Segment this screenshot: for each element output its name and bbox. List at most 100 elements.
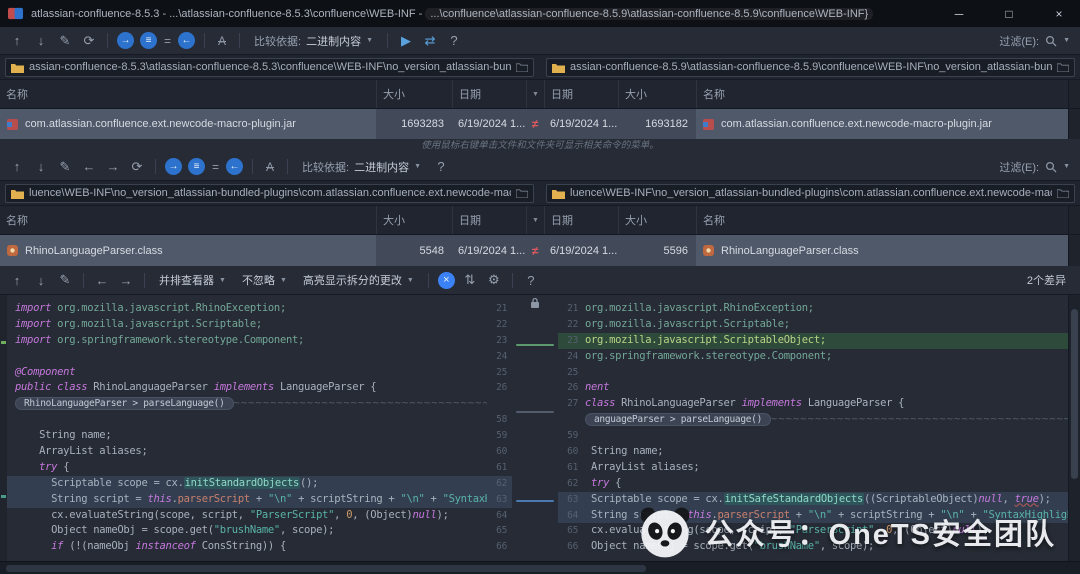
show-all-icon[interactable]: →	[117, 32, 134, 49]
right-path-input[interactable]: assian-confluence-8.5.9\atlassian-conflu…	[546, 57, 1075, 77]
right-path-input[interactable]: luence\WEB-INF\no_version_atlassian-bund…	[546, 183, 1075, 203]
code-line-right[interactable]: 26 nent	[558, 380, 1068, 396]
column-size-right[interactable]: 大小	[618, 80, 696, 108]
code-line-left[interactable]: import org.springframework.stereotype.Co…	[7, 333, 512, 349]
refresh-icon[interactable]: ⟳	[126, 156, 148, 178]
collapsed-region-pill[interactable]: anguageParser > parseLanguage()	[585, 413, 772, 427]
scrollbar-track[interactable]	[1068, 206, 1080, 234]
code-line-left[interactable]: public class RhinoLanguageParser impleme…	[7, 380, 512, 396]
code-line-right[interactable]: 25	[558, 365, 1068, 381]
left-path-input[interactable]: luence\WEB-INF\no_version_atlassian-bund…	[5, 183, 534, 203]
scrollbar-track[interactable]	[1068, 80, 1080, 108]
diff-pane-left[interactable]: import org.mozilla.javascript.RhinoExcep…	[7, 295, 512, 561]
code-line-right[interactable]: 62 try {	[558, 476, 1068, 492]
change-map[interactable]	[0, 295, 7, 561]
code-line-right[interactable]: 23 org.mozilla.javascript.ScriptableObjec…	[558, 332, 1068, 349]
code-line-left[interactable]: String script = this.parserScript + "\n"…	[7, 491, 512, 508]
up-icon[interactable]: ↑	[6, 156, 28, 178]
code-line-left[interactable]: ArrayList aliases; 60	[7, 444, 512, 460]
sort-icon[interactable]: ⇅	[459, 269, 481, 291]
ignore-case-icon[interactable]: A	[212, 34, 232, 48]
code-line-left[interactable]: import org.mozilla.javascript.RhinoExcep…	[7, 301, 512, 317]
filter-control[interactable]: 过滤(E): ▼	[999, 159, 1074, 175]
code-line-left[interactable]: import org.mozilla.javascript.Scriptable…	[7, 317, 512, 333]
minimize-button[interactable]: ─	[938, 0, 980, 27]
forward-icon[interactable]: →	[102, 156, 124, 178]
show-same-icon[interactable]: =	[164, 34, 171, 48]
code-line-right[interactable]: 61 ArrayList aliases;	[558, 460, 1068, 476]
lock-icon[interactable]	[530, 297, 540, 309]
show-orphans-icon[interactable]: ←	[178, 32, 196, 49]
down-icon[interactable]: ↓	[30, 30, 52, 52]
vertical-scrollbar[interactable]	[1068, 295, 1080, 561]
up-icon[interactable]: ↑	[6, 269, 28, 291]
swap-sides-icon[interactable]: ⇄	[419, 30, 441, 52]
gear-icon[interactable]: ⚙	[483, 269, 505, 291]
collapsed-region-pill[interactable]: RhinoLanguageParser > parseLanguage()	[15, 397, 234, 411]
edit-icon[interactable]: ✎	[54, 156, 76, 178]
column-date-left[interactable]: 日期	[452, 80, 526, 108]
left-path-input[interactable]: assian-confluence-8.5.3\atlassian-conflu…	[5, 57, 534, 77]
up-icon[interactable]: ↑	[6, 30, 28, 52]
show-orphans-icon[interactable]: ←	[226, 158, 244, 175]
code-line-left[interactable]: String name; 59	[7, 428, 512, 444]
center-diff-icon[interactable]: ×	[437, 271, 455, 289]
scrollbar-track[interactable]	[1068, 235, 1080, 266]
browse-folder-icon[interactable]	[1057, 188, 1069, 198]
code-line-left[interactable]: Object nameObj = scope.get("brushName", …	[7, 523, 512, 539]
column-size-left[interactable]: 大小	[376, 80, 452, 108]
scrollbar-track[interactable]	[1068, 109, 1080, 139]
column-name-right[interactable]: 名称	[696, 80, 1068, 108]
down-icon[interactable]: ↓	[30, 156, 52, 178]
code-line-right[interactable]: 24 org.springframework.stereotype.Compone…	[558, 349, 1068, 365]
help-icon[interactable]: ?	[430, 156, 452, 178]
column-date-right[interactable]: 日期	[544, 80, 618, 108]
file-name-right[interactable]: RhinoLanguageParser.class	[696, 235, 1068, 266]
help-icon[interactable]: ?	[520, 269, 542, 291]
close-button[interactable]: ×	[1038, 0, 1080, 27]
browse-folder-icon[interactable]	[516, 62, 528, 72]
forward-icon[interactable]: →	[115, 269, 137, 291]
code-line-left[interactable]: Scriptable scope = cx.initStandardObject…	[7, 475, 512, 492]
edit-icon[interactable]: ✎	[54, 30, 76, 52]
run-session-icon[interactable]: ▶	[395, 30, 417, 52]
code-line-right[interactable]: 21 org.mozilla.javascript.RhinoException;	[558, 301, 1068, 317]
file-row-jar[interactable]: com.atlassian.confluence.ext.newcode-mac…	[0, 109, 1080, 139]
help-icon[interactable]: ?	[443, 30, 465, 52]
code-line-left[interactable]: try {61	[7, 460, 512, 476]
compare-mode-dropdown[interactable]: 比较依据: 二进制内容 ▼	[247, 30, 380, 52]
file-row-class[interactable]: RhinoLanguageParser.class 5548 6/19/2024…	[0, 235, 1080, 266]
code-line-left[interactable]: 58	[7, 412, 512, 428]
scrollbar-thumb[interactable]	[6, 565, 646, 572]
maximize-button[interactable]: □	[988, 0, 1030, 27]
code-line-left[interactable]: if (!(nameObj instanceof ConsString)) {6…	[7, 539, 512, 555]
file-name-right[interactable]: com.atlassian.confluence.ext.newcode-mac…	[696, 109, 1068, 139]
column-date-left[interactable]: 日期	[452, 206, 526, 234]
browse-folder-icon[interactable]	[516, 188, 528, 198]
horizontal-scrollbar[interactable]	[0, 561, 1080, 574]
back-icon[interactable]: ←	[91, 269, 113, 291]
column-size-left[interactable]: 大小	[376, 206, 452, 234]
back-icon[interactable]: ←	[78, 156, 100, 178]
code-line-right[interactable]: anguageParser > parseLanguage() ~~~~~~~~~…	[558, 412, 1068, 428]
ignore-mode-dropdown[interactable]: 不忽略 ▼	[235, 269, 294, 291]
viewer-mode-dropdown[interactable]: 并排查看器 ▼	[152, 269, 233, 291]
filter-control[interactable]: 过滤(E): ▼	[999, 33, 1074, 49]
ignore-case-icon[interactable]: A	[260, 160, 280, 174]
show-differences-icon[interactable]: ≡	[188, 158, 205, 175]
show-differences-icon[interactable]: ≡	[140, 32, 157, 49]
show-all-icon[interactable]: →	[165, 158, 182, 175]
column-size-right[interactable]: 大小	[618, 206, 696, 234]
column-name-left[interactable]: 名称	[0, 206, 376, 234]
down-icon[interactable]: ↓	[30, 269, 52, 291]
code-line-left[interactable]: cx.evaluateString(scope, script, "Parser…	[7, 508, 512, 524]
browse-folder-icon[interactable]	[1057, 62, 1069, 72]
refresh-icon[interactable]: ⟳	[78, 30, 100, 52]
column-name-left[interactable]: 名称	[0, 80, 376, 108]
highlight-mode-dropdown[interactable]: 高亮显示拆分的更改 ▼	[296, 269, 421, 291]
code-line-right[interactable]: 27 class RhinoLanguageParser implements L…	[558, 396, 1068, 412]
compare-mode-dropdown[interactable]: 比较依据: 二进制内容 ▼	[295, 156, 428, 178]
column-name-right[interactable]: 名称	[696, 206, 1068, 234]
code-line-right[interactable]: 22 org.mozilla.javascript.Scriptable;	[558, 317, 1068, 333]
code-line-left[interactable]: 24	[7, 349, 512, 365]
